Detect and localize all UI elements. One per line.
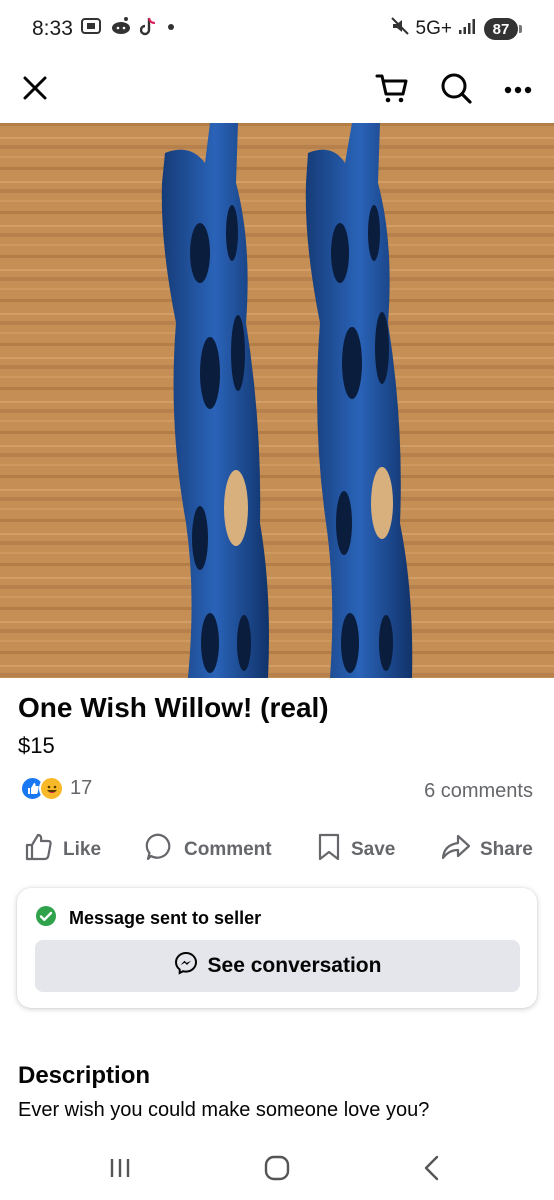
see-conversation-button[interactable]: See conversation xyxy=(35,940,520,992)
cart-icon xyxy=(375,72,409,109)
home-button[interactable] xyxy=(247,1148,307,1192)
description-text: Ever wish you could make someone love yo… xyxy=(18,1099,430,1121)
tiktok-icon xyxy=(139,16,158,41)
share-button[interactable]: Share xyxy=(441,828,533,872)
battery-indicator: 87 xyxy=(484,18,522,40)
check-circle-icon xyxy=(35,905,57,932)
more-options-button[interactable] xyxy=(494,66,542,114)
top-bar xyxy=(0,60,554,120)
recent-apps-button[interactable] xyxy=(90,1148,150,1192)
cart-button[interactable] xyxy=(368,66,416,114)
search-icon xyxy=(439,71,473,110)
signal-icon xyxy=(458,17,478,41)
action-row: Like Comment Save Share xyxy=(0,828,554,872)
back-button[interactable] xyxy=(402,1148,462,1192)
listing-title: One Wish Willow! (real) xyxy=(18,692,329,723)
description-heading: Description xyxy=(18,1062,151,1089)
like-label: Like xyxy=(63,839,102,860)
save-label: Save xyxy=(351,839,396,860)
screenshot-icon xyxy=(80,16,102,41)
comment-button[interactable]: Comment xyxy=(145,828,272,872)
bookmark-icon xyxy=(316,832,342,868)
share-icon xyxy=(441,832,471,868)
comments-count-link[interactable]: 6 comments xyxy=(424,780,533,803)
network-label: 5G+ xyxy=(415,18,452,39)
more-icon xyxy=(504,81,532,99)
close-icon xyxy=(21,74,49,107)
mute-icon xyxy=(390,16,410,42)
back-icon xyxy=(422,1155,442,1186)
home-icon xyxy=(264,1155,290,1186)
status-time: 8:33 xyxy=(32,17,73,40)
listing-price: $15 xyxy=(18,733,55,758)
status-right: 5G+ 87 xyxy=(390,16,522,42)
notification-icons xyxy=(80,16,176,41)
comment-label: Comment xyxy=(184,839,272,860)
like-button[interactable]: Like xyxy=(24,828,101,872)
dot-icon xyxy=(166,16,176,41)
messenger-icon xyxy=(174,951,198,981)
search-button[interactable] xyxy=(432,66,480,114)
system-nav-bar xyxy=(0,1140,554,1200)
message-status: Message sent to seller xyxy=(35,905,261,932)
comment-icon xyxy=(145,832,175,868)
reactions-summary[interactable]: 17 xyxy=(20,776,92,801)
message-sent-card: Message sent to seller See conversation xyxy=(17,888,537,1008)
reaction-count: 17 xyxy=(70,777,93,799)
status-bar: 8:33 5G+ 87 xyxy=(0,0,554,60)
share-label: Share xyxy=(480,839,533,860)
close-button[interactable] xyxy=(11,66,59,114)
reddit-icon xyxy=(110,16,132,41)
haha-reaction-icon xyxy=(39,776,64,801)
see-conversation-label: See conversation xyxy=(207,954,382,977)
recent-apps-icon xyxy=(107,1157,133,1184)
message-status-text: Message sent to seller xyxy=(69,908,262,928)
save-button[interactable]: Save xyxy=(316,828,395,872)
listing-photo[interactable] xyxy=(0,123,554,678)
thumbs-up-icon xyxy=(24,832,54,868)
